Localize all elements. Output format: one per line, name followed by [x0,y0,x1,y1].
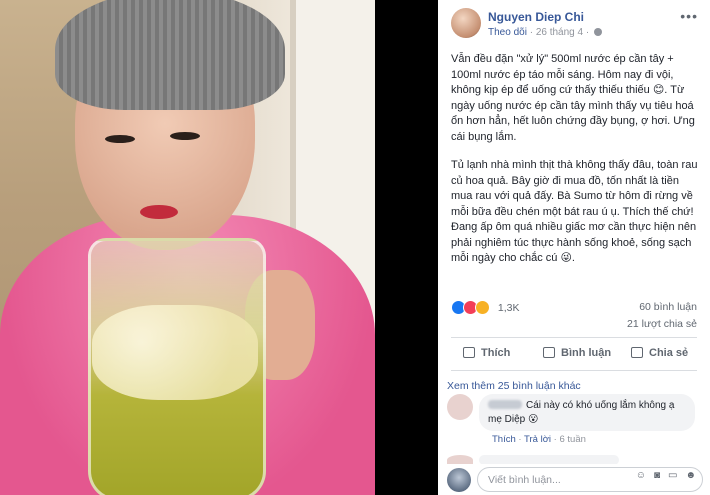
reactions-count: 1,3K [497,301,520,314]
current-user-avatar [447,468,471,492]
left-eye [105,135,135,143]
post-panel: Nguyen Diep Chi Theo dõi · 26 tháng 4 · … [438,0,710,495]
post-photo[interactable] [0,0,375,495]
gif-icon[interactable]: ▭ [668,470,685,481]
comment-like-link[interactable]: Thích [492,434,516,445]
reactions-summary[interactable]: 1,3K [451,300,520,315]
post-meta: Theo dõi · 26 tháng 4 · [488,27,602,38]
author-avatar[interactable] [451,8,481,38]
juice-foam [92,305,258,400]
hair-towel [55,0,285,110]
author-name[interactable]: Nguyen Diep Chi [488,10,584,24]
share-button[interactable]: Chia sẻ [631,347,688,359]
comment-meta-separator: · [551,434,560,445]
composer-tools: ☺◙▭☻ [636,470,704,481]
follow-link[interactable]: Theo dõi [488,27,527,38]
comment-bubble: Cái này có khó uống lắm không ạ mẹ Diệp … [479,394,695,431]
comment-composer: Viết bình luận... ☺◙▭☻ [438,464,710,495]
post-date[interactable]: 26 tháng 4 [536,27,583,38]
like-icon [463,347,475,358]
action-bar: Thích Bình luận Chia sẻ [438,343,710,365]
comment-reply-link[interactable]: Trả lời [524,434,551,445]
post-stats: 1,3K 60 bình luận 21 lượt chia sẻ [438,296,710,336]
lips [140,205,178,219]
right-eye [170,132,200,140]
post-header: Nguyen Diep Chi Theo dõi · 26 tháng 4 · … [438,0,710,45]
divider [451,337,697,338]
emoji-picker-icon[interactable]: ☺ [636,470,654,481]
comment-meta: Thích · Trả lời · 6 tuần [492,434,586,445]
like-label: Thích [481,347,511,359]
comment-meta-separator: · [515,434,525,445]
more-icon[interactable]: ••• [680,8,698,24]
globe-icon [593,28,602,37]
comment-label: Bình luận [561,347,612,359]
post-text: Vẫn đều đặn "xử lý" 500ml nước ép cần tâ… [451,52,703,280]
comment-time[interactable]: 6 tuần [560,434,586,445]
commenter-name-blurred[interactable] [488,400,522,409]
post-paragraph: Vẫn đều đặn "xử lý" 500ml nước ép cần tâ… [451,53,695,143]
comments-count[interactable]: 60 bình luận [639,301,697,313]
sticker-icon[interactable]: ☻ [685,470,704,481]
haha-reaction-icon [475,300,490,315]
like-button[interactable]: Thích [463,347,510,359]
divider [451,370,697,371]
camera-icon[interactable]: ◙ [654,470,668,481]
share-icon [631,347,643,358]
see-more-comments-link[interactable]: Xem thêm 25 bình luận khác [447,380,581,392]
comment-icon [543,347,555,358]
commenter-avatar[interactable] [447,394,473,420]
share-label: Chia sẻ [649,347,689,359]
comment-button[interactable]: Bình luận [543,347,611,359]
shares-count[interactable]: 21 lượt chia sẻ [627,318,697,330]
post-paragraph: Tủ lạnh nhà mình thịt thà không thấy đâu… [451,159,698,264]
meta-separator: · [585,27,592,38]
